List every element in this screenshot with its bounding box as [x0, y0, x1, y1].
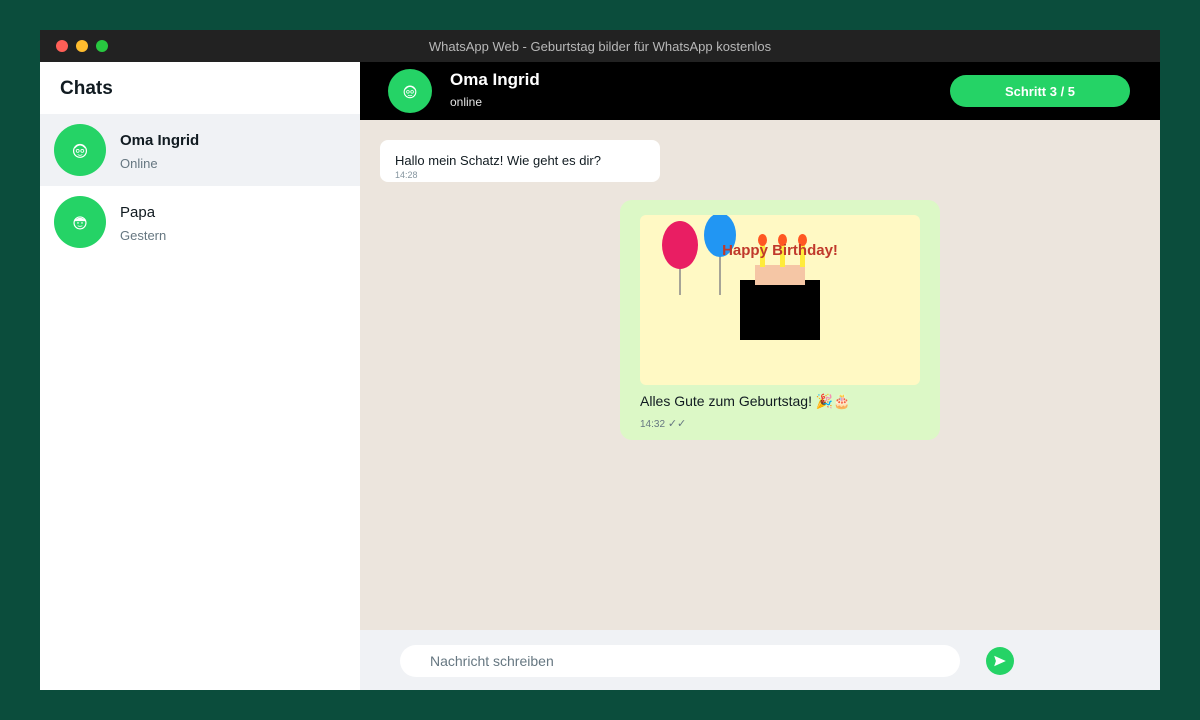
message-meta: 14:32 ✓✓: [640, 417, 686, 430]
chat-sidebar: Chats Oma Ingrid Online Papa Gestern: [40, 62, 360, 690]
chat-name: Papa: [120, 204, 156, 221]
message-time: 14:28: [395, 170, 418, 180]
chat-item-oma-ingrid[interactable]: Oma Ingrid Online: [40, 114, 360, 186]
grandma-icon: [403, 85, 417, 99]
chat-item-papa[interactable]: Papa Gestern: [40, 186, 360, 258]
man-face-icon: [54, 196, 106, 248]
message-text: Alles Gute zum Geburtstag! 🎉🎂: [640, 393, 851, 409]
composer-bar: [360, 630, 1160, 690]
chat-status: Online: [120, 156, 158, 171]
message-input[interactable]: [400, 645, 960, 677]
window-title: WhatsApp Web - Geburtstag bilder für Wha…: [428, 39, 772, 54]
title-bar: WhatsApp Web - Geburtstag bilder für Wha…: [40, 30, 1160, 62]
contact-avatar[interactable]: [388, 69, 432, 113]
card-title: Happy Birthday!: [722, 242, 838, 259]
birthday-card-image[interactable]: Happy Birthday!: [640, 215, 920, 385]
message-time: 14:32: [640, 419, 666, 430]
send-arrow-icon: [994, 655, 1006, 667]
grandma-icon: [54, 124, 106, 176]
send-button[interactable]: [986, 647, 1014, 675]
step-button[interactable]: Schritt 3 / 5: [950, 75, 1130, 107]
cake-base: [740, 280, 820, 340]
incoming-message: Hallo mein Schatz! Wie geht es dir? 14:2…: [380, 140, 660, 182]
read-ticks-icon: ✓✓: [667, 418, 687, 430]
contact-name: Oma Ingrid: [450, 70, 540, 89]
pink-balloon: [662, 221, 698, 269]
chat-status: Gestern: [120, 228, 167, 243]
message-text: Hallo mein Schatz! Wie geht es dir?: [395, 153, 601, 168]
sidebar-title: Chats: [60, 78, 113, 99]
contact-status: online: [450, 95, 483, 109]
conversation-header: Oma Ingrid online Schritt 3 / 5: [360, 62, 1160, 120]
app-window: WhatsApp Web - Geburtstag bilder für Wha…: [40, 30, 1160, 690]
conversation-panel: Oma Ingrid online Schritt 3 / 5 Hallo me…: [360, 62, 1160, 690]
cake-top: [755, 265, 805, 285]
outgoing-message: Happy Birthday! Alles Gute zum Geburtsta…: [620, 200, 940, 440]
chat-name: Oma Ingrid: [120, 132, 200, 149]
